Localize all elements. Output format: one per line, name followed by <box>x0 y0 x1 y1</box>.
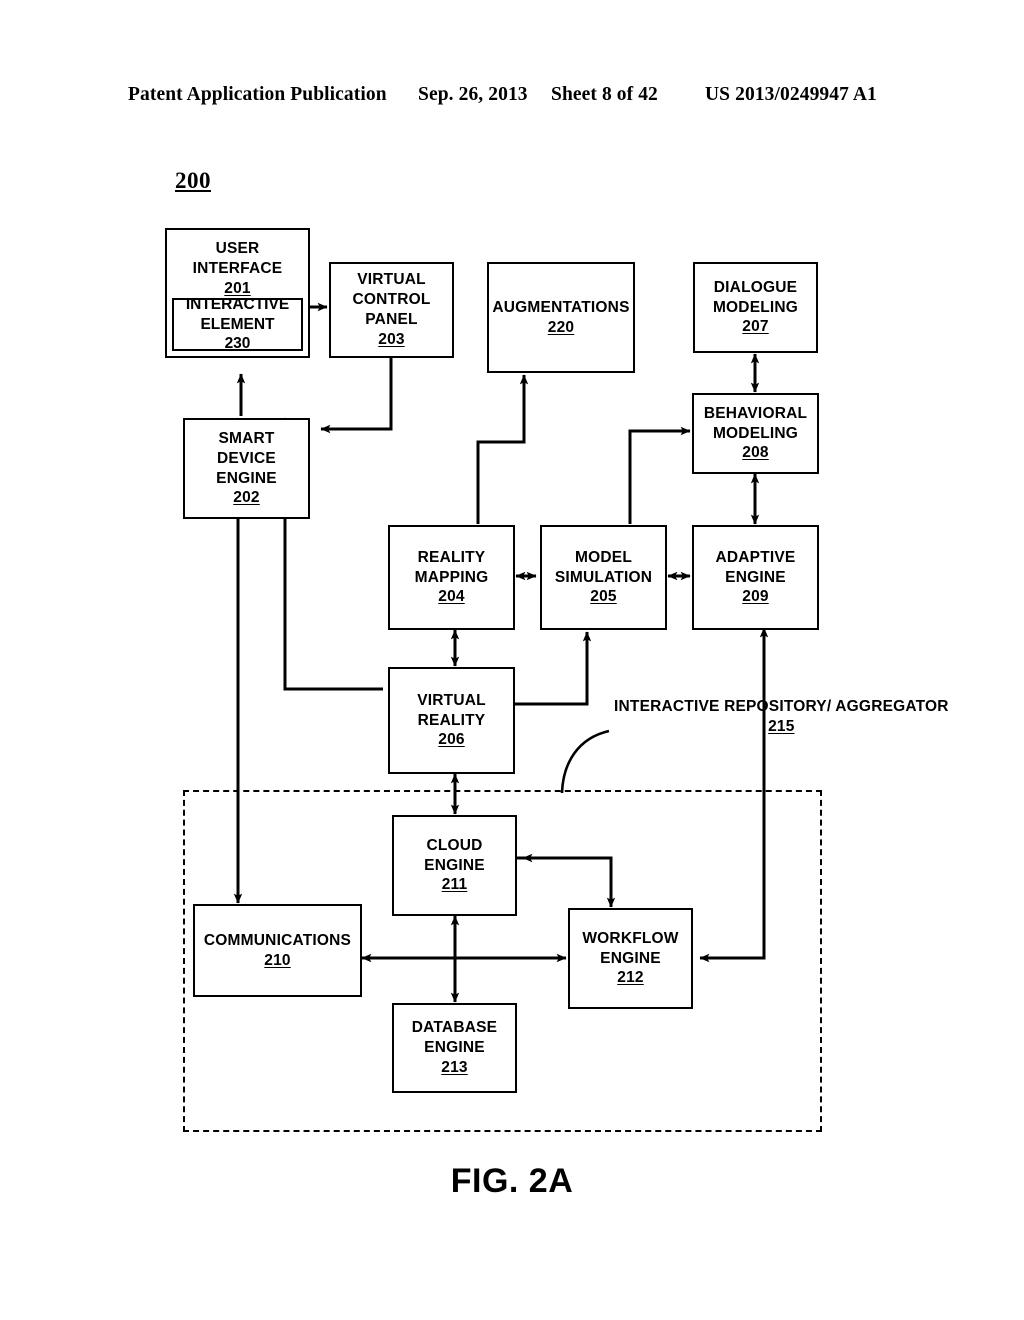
node-database-engine[interactable]: DATABASE ENGINE 213 <box>392 1003 517 1093</box>
node-virtual-control-panel[interactable]: VIRTUAL CONTROL PANEL 203 <box>329 262 454 358</box>
figure-caption: FIG. 2A <box>450 1162 574 1200</box>
smart-device-engine-line1: SMART <box>218 429 275 447</box>
workflow-engine-line1: WORKFLOW <box>582 929 679 947</box>
database-engine-line2: ENGINE <box>424 1039 485 1057</box>
block-diagram: USER INTERFACE 201 INTERACTIVE ELEMENT 2… <box>0 0 1024 1320</box>
node-reality-mapping[interactable]: REALITY MAPPING 204 <box>388 525 515 630</box>
wire-ms-to-bm <box>628 426 691 524</box>
reality-mapping-ref: 204 <box>438 588 465 606</box>
user-interface-line1: USER <box>215 240 260 257</box>
virtual-control-panel-line2: CONTROL <box>352 291 431 309</box>
cloud-engine-ref: 211 <box>441 876 468 894</box>
interactive-element-ref: 230 <box>224 335 251 353</box>
augmentations-ref: 220 <box>547 318 575 336</box>
dialogue-modeling-ref: 207 <box>742 318 769 336</box>
virtual-reality-line1: VIRTUAL <box>417 691 486 709</box>
virtual-control-panel-line3: PANEL <box>365 311 418 328</box>
workflow-engine-line2: ENGINE <box>600 949 661 967</box>
interactive-element-line1: INTERACTIVE <box>185 295 290 313</box>
node-interactive-element[interactable]: INTERACTIVE ELEMENT 230 <box>172 295 303 353</box>
repository-line2: REPOSITORY/ <box>724 698 832 715</box>
node-cloud-engine[interactable]: CLOUD ENGINE 211 <box>392 815 517 916</box>
behavioral-modeling-ref: 208 <box>742 444 769 462</box>
workflow-engine-ref: 212 <box>617 969 644 987</box>
adaptive-engine-ref: 209 <box>742 588 769 606</box>
node-behavioral-modeling[interactable]: BEHAVIORAL MODELING 208 <box>692 393 819 474</box>
repository-ref: 215 <box>768 717 795 735</box>
database-engine-ref: 213 <box>441 1058 468 1076</box>
repository-line3: AGGREGATOR <box>835 698 949 715</box>
user-interface-line2: INTERFACE <box>192 259 283 277</box>
node-adaptive-engine[interactable]: ADAPTIVE ENGINE 209 <box>692 525 819 630</box>
leader-line-repository <box>560 729 610 794</box>
smart-device-engine-line2: DEVICE <box>217 449 276 467</box>
wire-vr-to-ms <box>514 631 592 706</box>
behavioral-modeling-line2: MODELING <box>712 424 799 442</box>
node-model-simulation[interactable]: MODEL SIMULATION 205 <box>540 525 667 630</box>
node-communications[interactable]: COMMUNICATIONS 210 <box>193 904 362 997</box>
communications-ref: 210 <box>264 951 291 969</box>
reality-mapping-line1: REALITY <box>417 548 486 566</box>
model-simulation-line1: MODEL <box>575 548 632 566</box>
model-simulation-ref: 205 <box>590 588 617 606</box>
cloud-engine-line1: CLOUD <box>426 836 483 854</box>
database-engine-line1: DATABASE <box>411 1019 498 1037</box>
node-augmentations[interactable]: AUGMENTATIONS 220 <box>487 262 635 373</box>
virtual-reality-line2: REALITY <box>417 711 486 729</box>
behavioral-modeling-line1: BEHAVIORAL <box>703 404 808 422</box>
wire-rm-to-aug <box>476 374 529 524</box>
virtual-control-panel-line1: VIRTUAL <box>357 271 426 289</box>
wire-vcp-to-sde <box>320 358 393 434</box>
adaptive-engine-line1: ADAPTIVE <box>715 548 796 566</box>
adaptive-engine-line2: ENGINE <box>725 568 786 586</box>
dialogue-modeling-line1: DIALOGUE <box>713 278 798 296</box>
virtual-control-panel-ref: 203 <box>378 330 405 348</box>
reality-mapping-line2: MAPPING <box>414 568 489 586</box>
node-dialogue-modeling[interactable]: DIALOGUE MODELING 207 <box>693 262 818 353</box>
model-simulation-line2: SIMULATION <box>554 568 653 586</box>
cloud-engine-line2: ENGINE <box>424 856 485 874</box>
smart-device-engine-ref: 202 <box>233 489 260 507</box>
node-smart-device-engine[interactable]: SMART DEVICE ENGINE 202 <box>183 418 310 519</box>
node-workflow-engine[interactable]: WORKFLOW ENGINE 212 <box>568 908 693 1009</box>
label-interactive-repository-aggregator: INTERACTIVE REPOSITORY/ AGGREGATOR 215 <box>614 697 949 737</box>
communications-line1: COMMUNICATIONS <box>203 931 352 949</box>
smart-device-engine-line3: ENGINE <box>216 469 277 487</box>
dialogue-modeling-line2: MODELING <box>712 298 799 316</box>
interactive-element-line2: ELEMENT <box>200 315 275 333</box>
node-virtual-reality[interactable]: VIRTUAL REALITY 206 <box>388 667 515 774</box>
repository-line1: INTERACTIVE <box>614 698 720 715</box>
virtual-reality-ref: 206 <box>438 731 465 749</box>
augmentations-line1: AUGMENTATIONS <box>492 298 630 316</box>
